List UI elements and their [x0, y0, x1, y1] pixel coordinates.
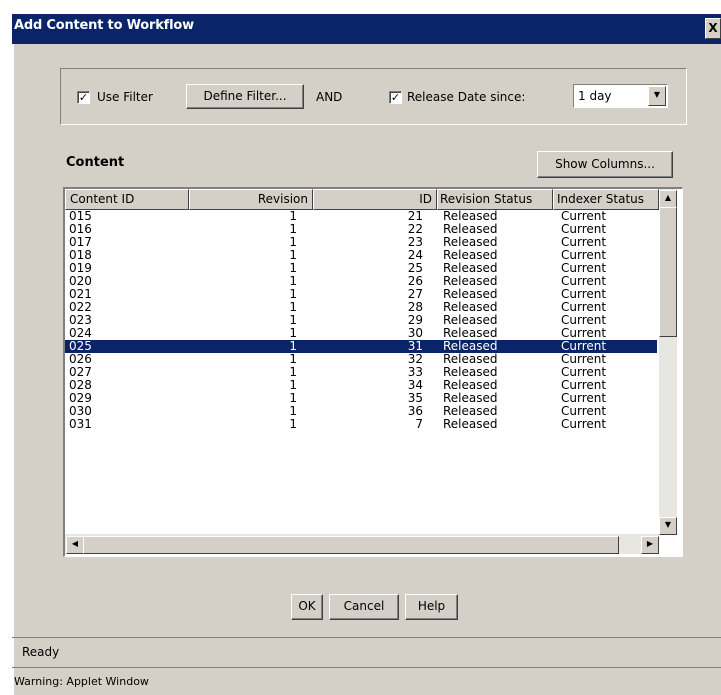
applet-warning-text: Warning: Applet Window	[14, 675, 149, 688]
checkmark-icon: ✓	[390, 91, 401, 104]
ok-button[interactable]: OK	[291, 594, 323, 620]
scroll-thumb[interactable]	[659, 207, 677, 337]
release-date-value: 1 day	[578, 89, 612, 103]
release-date-select[interactable]: 1 day ▼	[573, 84, 668, 108]
help-button[interactable]: Help	[405, 594, 458, 620]
horizontal-scrollbar[interactable]: ◀ ▶	[65, 534, 659, 554]
content-heading: Content	[66, 155, 125, 170]
title-bar[interactable]: Add Content to Workflow X	[12, 14, 721, 44]
down-arrow-icon[interactable]: ▼	[648, 86, 666, 106]
cancel-button[interactable]: Cancel	[329, 594, 399, 620]
content-table[interactable]: Content ID Revision ID Revision Status I…	[63, 187, 683, 557]
scroll-right-icon[interactable]: ▶	[641, 536, 659, 554]
checkmark-icon: ✓	[78, 91, 89, 104]
table-row[interactable]: 031 1 7 Released Current	[65, 418, 657, 431]
cell-revision-status: Released	[443, 417, 498, 431]
scroll-thumb-horizontal[interactable]	[83, 536, 619, 554]
window-title: Add Content to Workflow	[14, 18, 194, 33]
cell-indexer-status: Current	[561, 417, 607, 431]
close-icon: X	[708, 21, 718, 35]
column-header-indexer-status[interactable]: Indexer Status	[553, 189, 659, 210]
use-filter-checkbox[interactable]: ✓	[77, 91, 90, 104]
release-date-checkbox[interactable]: ✓	[389, 91, 402, 104]
cell-content-id: 031	[69, 417, 92, 431]
column-header-content-id[interactable]: Content ID	[65, 189, 189, 210]
vertical-scrollbar[interactable]: ▲ ▼	[659, 189, 677, 535]
column-header-revision[interactable]: Revision	[189, 189, 313, 210]
define-filter-button[interactable]: Define Filter...	[186, 84, 304, 109]
column-header-revision-status[interactable]: Revision Status	[437, 189, 553, 210]
cell-id: 7	[415, 417, 423, 431]
show-columns-button[interactable]: Show Columns...	[537, 151, 673, 178]
applet-warning-bar: Warning: Applet Window	[12, 667, 721, 695]
scroll-up-icon[interactable]: ▲	[659, 190, 677, 208]
status-text: Ready	[22, 645, 60, 659]
release-date-label: Release Date since:	[407, 90, 526, 104]
and-label: AND	[316, 90, 343, 104]
close-button[interactable]: X	[705, 18, 721, 39]
table-body: 015 1 21 Released Current 016 1 22 Released Curre…	[65, 210, 659, 534]
scroll-left-icon[interactable]: ◀	[66, 536, 84, 554]
use-filter-label: Use Filter	[97, 90, 153, 104]
cell-revision: 1	[289, 417, 297, 431]
scroll-down-icon[interactable]: ▼	[659, 517, 677, 535]
status-bar: Ready	[12, 637, 721, 665]
column-header-id[interactable]: ID	[313, 189, 437, 210]
